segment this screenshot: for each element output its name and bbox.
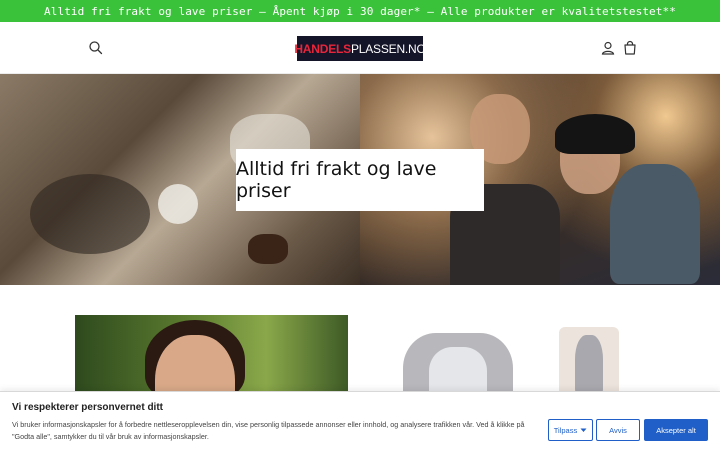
accept-label: Aksepter alt [656,425,696,435]
account-button[interactable] [600,40,616,56]
account-icon [601,41,615,55]
search-icon [89,41,103,55]
site-logo[interactable]: HANDELS PLASSEN.NO [294,36,426,61]
cookie-text: Vi bruker informasjonskapsler for å forb… [12,420,525,441]
site-header: HANDELS PLASSEN.NO [0,22,720,74]
customize-label: Tilpass [553,425,578,435]
cookie-banner: Vi respekterer personvernet ditt Vi bruk… [0,391,720,450]
announcement-bar: Alltid fri frakt og lave priser – Åpent … [0,0,720,22]
product-thumbnail[interactable] [559,327,619,397]
chevron-down-icon [580,428,587,432]
search-button[interactable] [87,39,105,57]
logo-text-handels: HANDELS [294,41,351,56]
cookie-title: Vi respekterer personvernet ditt [12,402,163,413]
announcement-text: Alltid fri frakt og lave priser – Åpent … [44,4,676,18]
logo-text-plassen: PLASSEN.NO [350,41,426,56]
reject-label: Avvis [609,425,627,435]
hero-heading: Alltid fri frakt og lave priser [236,158,437,202]
cart-icon [624,40,636,55]
hero-banner: Alltid fri frakt og lave priser [0,74,720,285]
hero-caption-box: Alltid fri frakt og lave priser [236,149,484,211]
reject-button[interactable]: Avvis [596,419,640,441]
accept-all-button[interactable]: Aksepter alt [644,419,708,441]
customize-button[interactable]: Tilpass [548,419,593,441]
cart-button[interactable] [622,40,638,56]
